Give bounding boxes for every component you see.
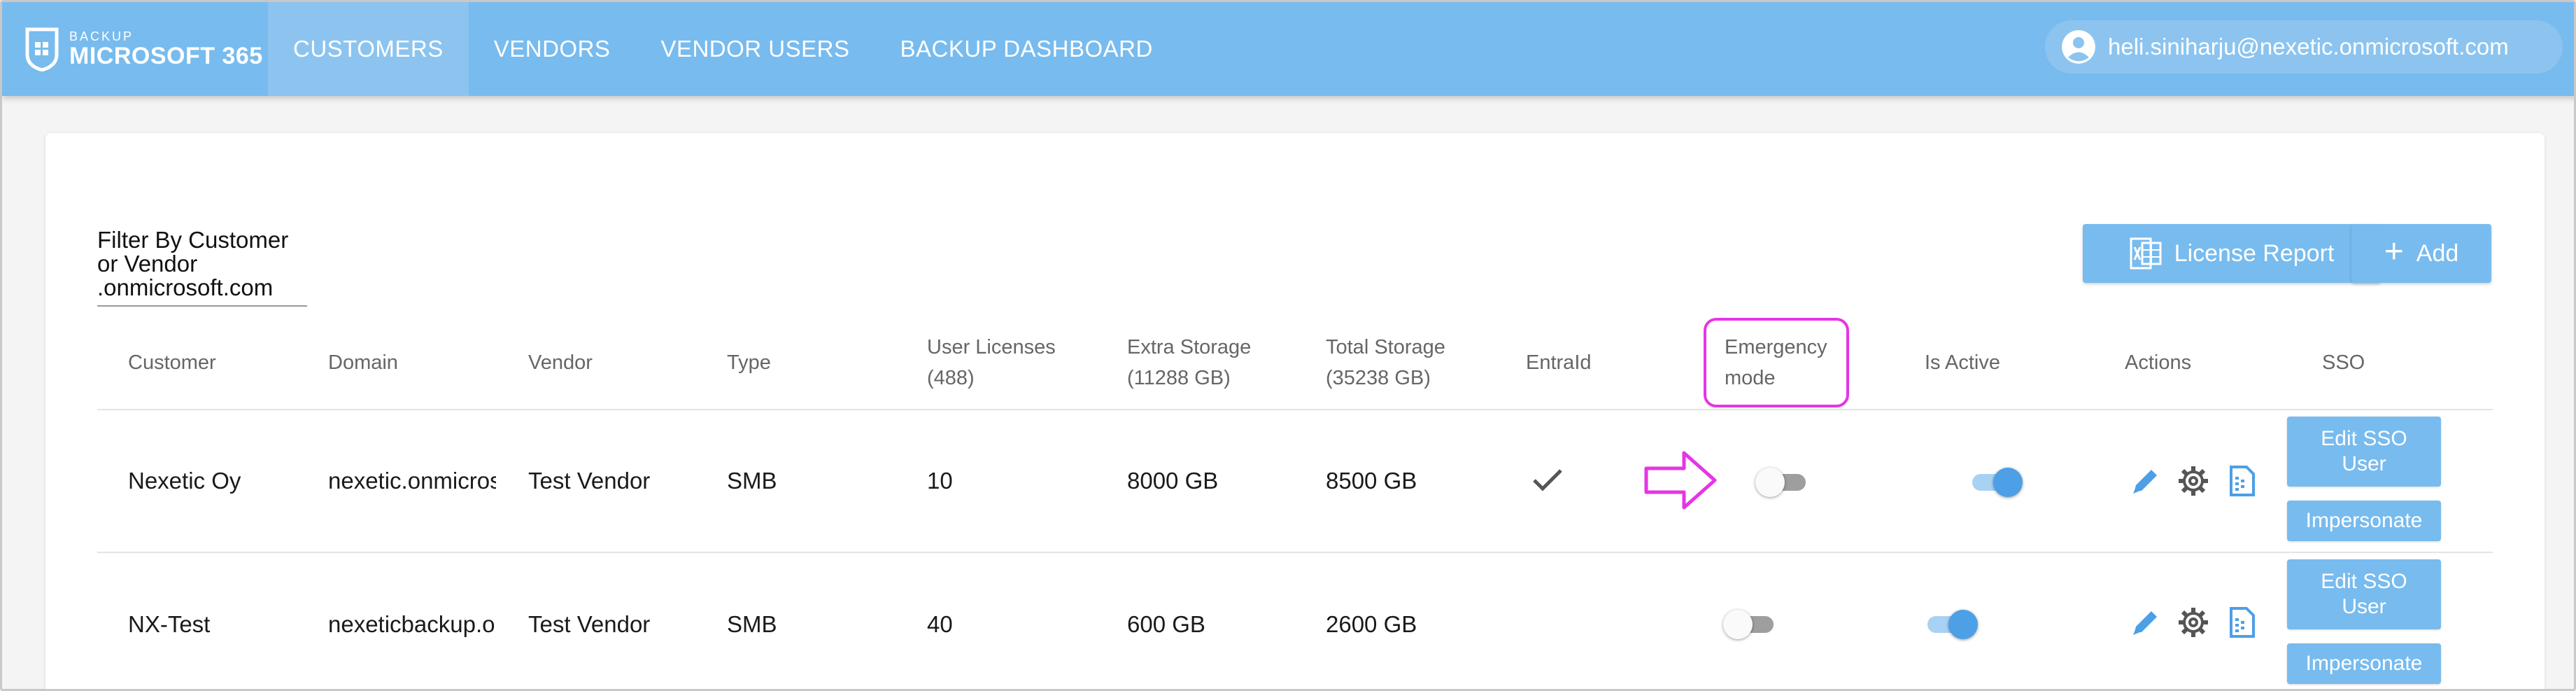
cell-type: SMB xyxy=(727,468,777,494)
header-entraid[interactable]: EntraId xyxy=(1526,347,1592,378)
filter-label-line1: Filter By Customer or Vendor xyxy=(97,227,289,277)
document-icon[interactable] xyxy=(2225,606,2259,639)
header-extra-storage[interactable]: Extra Storage (11288 GB) xyxy=(1127,332,1251,393)
cell-domain: nexeticbackup.onmicrosoft.com xyxy=(328,611,496,637)
main-nav: CUSTOMERS VENDORS VENDOR USERS BACKUP DA… xyxy=(268,2,1178,96)
filter-input[interactable]: Filter By Customer or Vendor .onmicrosof… xyxy=(97,228,307,307)
user-account-button[interactable]: heli.siniharju@nexetic.onmicrosoft.com xyxy=(2045,20,2563,74)
gear-icon[interactable] xyxy=(2177,464,2210,498)
header-user-licenses-label: User Licenses xyxy=(927,336,1056,358)
header-domain[interactable]: Domain xyxy=(328,347,398,378)
cell-vendor: Test Vendor xyxy=(528,468,651,494)
add-label: Add xyxy=(2416,239,2459,267)
pencil-icon[interactable] xyxy=(2129,606,2163,639)
toggle-knob xyxy=(1723,610,1753,639)
header-extra-storage-total: (11288 GB) xyxy=(1127,367,1231,389)
cell-domain: nexetic.onmicrosoft.com xyxy=(328,468,496,494)
brand-small-text: BACKUP xyxy=(69,29,134,43)
row-divider xyxy=(97,552,2493,553)
license-report-button[interactable]: License Report xyxy=(2083,224,2381,283)
nav-customers[interactable]: CUSTOMERS xyxy=(268,2,469,96)
emergency-mode-toggle[interactable] xyxy=(1723,606,1776,641)
plus-icon: + xyxy=(2384,233,2404,270)
emergency-mode-highlight xyxy=(1704,318,1849,407)
cell-total-storage: 2600 GB xyxy=(1326,611,1417,637)
cell-vendor: Test Vendor xyxy=(528,611,651,637)
cell-user-licenses: 40 xyxy=(927,611,953,637)
toggle-knob xyxy=(1755,468,1785,497)
cell-customer: NX-Test xyxy=(128,611,211,637)
is-active-toggle[interactable] xyxy=(1969,463,2023,498)
header-extra-storage-label: Extra Storage xyxy=(1127,336,1252,358)
user-avatar-icon xyxy=(2062,30,2095,64)
app-window: BACKUP MICROSOFT 365 CUSTOMERS VENDORS V… xyxy=(0,0,2576,691)
cell-user-licenses: 10 xyxy=(927,468,953,494)
nav-vendors[interactable]: VENDORS xyxy=(469,2,636,96)
top-navigation-bar: BACKUP MICROSOFT 365 CUSTOMERS VENDORS V… xyxy=(2,2,2574,96)
filter-label-line2: .onmicrosoft.com xyxy=(97,274,274,300)
nav-vendor-users[interactable]: VENDOR USERS xyxy=(635,2,875,96)
impersonate-button[interactable]: Impersonate xyxy=(2287,643,2441,684)
header-user-licenses[interactable]: User Licenses (488) xyxy=(927,332,1056,393)
header-type[interactable]: Type xyxy=(727,347,771,378)
license-report-label: License Report xyxy=(2174,239,2335,267)
brand-logo-group[interactable]: BACKUP MICROSOFT 365 xyxy=(24,26,263,72)
header-total-storage-total: (35238 GB) xyxy=(1326,367,1431,389)
header-user-licenses-total: (488) xyxy=(927,367,975,389)
header-is-active[interactable]: Is Active xyxy=(1925,347,2000,378)
arrow-right-icon xyxy=(1644,451,1717,510)
cell-total-storage: 8500 GB xyxy=(1326,468,1417,494)
gear-icon[interactable] xyxy=(2177,606,2210,639)
nav-backup-dashboard[interactable]: BACKUP DASHBOARD xyxy=(875,2,1178,96)
user-email: heli.siniharju@nexetic.onmicrosoft.com xyxy=(2108,34,2509,60)
pencil-icon[interactable] xyxy=(2129,464,2163,498)
header-customer[interactable]: Customer xyxy=(128,347,216,378)
excel-icon xyxy=(2130,237,2162,270)
edit-sso-user-button[interactable]: Edit SSO User xyxy=(2287,559,2441,629)
header-total-storage-label: Total Storage xyxy=(1326,336,1445,358)
header-total-storage[interactable]: Total Storage (35238 GB) xyxy=(1326,332,1445,393)
toggle-knob xyxy=(1948,610,1978,639)
cell-extra-storage: 8000 GB xyxy=(1127,468,1219,494)
header-vendor[interactable]: Vendor xyxy=(528,347,593,378)
cell-type: SMB xyxy=(727,611,777,637)
shield-logo-icon xyxy=(25,27,59,71)
emergency-mode-toggle[interactable] xyxy=(1755,463,1809,498)
check-icon xyxy=(1533,469,1562,491)
edit-sso-user-button[interactable]: Edit SSO User xyxy=(2287,417,2441,487)
cell-customer: Nexetic Oy xyxy=(128,468,241,494)
cell-extra-storage: 600 GB xyxy=(1127,611,1205,637)
brand-big-text: MICROSOFT 365 xyxy=(69,43,263,69)
customers-card: Filter By Customer or Vendor .onmicrosof… xyxy=(45,133,2545,689)
toggle-knob xyxy=(1993,468,2023,497)
header-actions: Actions xyxy=(2125,351,2192,374)
brand-text: BACKUP MICROSOFT 365 xyxy=(69,30,263,68)
document-icon[interactable] xyxy=(2225,464,2259,498)
add-button[interactable]: + Add xyxy=(2351,224,2491,283)
header-divider xyxy=(97,409,2493,410)
impersonate-button[interactable]: Impersonate xyxy=(2287,501,2441,541)
is-active-toggle[interactable] xyxy=(1925,606,1978,641)
header-sso: SSO xyxy=(2322,351,2365,374)
